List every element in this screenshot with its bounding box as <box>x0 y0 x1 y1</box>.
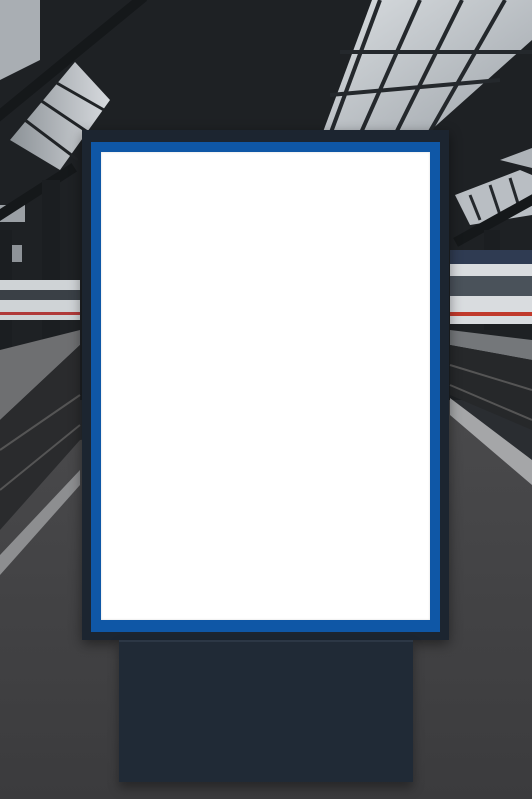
billboard-blank-screen <box>101 152 430 620</box>
billboard-stand <box>119 640 413 782</box>
right-train <box>450 250 532 324</box>
left-train <box>0 280 80 320</box>
train-station-scene <box>0 0 532 799</box>
billboard-blue-border <box>91 142 440 632</box>
left-column <box>42 180 60 355</box>
billboard-frame <box>82 130 449 640</box>
